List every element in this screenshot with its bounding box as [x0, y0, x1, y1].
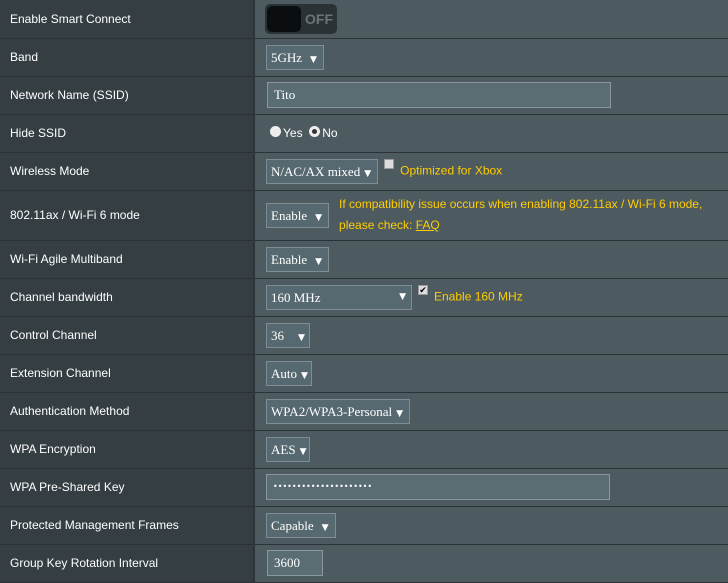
- row-control-channel: Control Channel 36 ▼: [0, 316, 728, 355]
- select-value: Capable: [271, 517, 314, 533]
- enable-160-checkbox[interactable]: ✔: [418, 284, 428, 295]
- select-value: WPA2/WPA3-Personal: [271, 403, 393, 419]
- label: Channel bandwidth: [0, 278, 255, 317]
- chevron-down-icon: ▼: [399, 291, 406, 302]
- wireless-settings-table: Enable Smart Connect OFF Band 5GHz ▼ Netw…: [0, 0, 728, 583]
- row-auth: Authentication Method WPA2/WPA3-Personal…: [0, 392, 728, 431]
- row-psk: WPA Pre-Shared Key •••••••••••••••••••••: [0, 468, 728, 507]
- select-value: Enable: [271, 251, 308, 267]
- select-value: N/AC/AX mixed: [271, 163, 361, 179]
- radio-label: No: [322, 126, 338, 140]
- label: Control Channel: [0, 316, 255, 355]
- toggle-state: OFF: [305, 10, 333, 27]
- compat-note-2: please check:: [339, 218, 416, 232]
- row-encryption: WPA Encryption AES ▼: [0, 430, 728, 469]
- ssid-input[interactable]: Tito: [267, 82, 611, 108]
- xbox-label: Optimized for Xbox: [400, 163, 503, 178]
- select-value: Auto: [271, 365, 297, 381]
- row-ax-mode: 802.11ax / Wi-Fi 6 mode Enable ▼ If compat…: [0, 190, 728, 241]
- chevron-down-icon: ▼: [298, 332, 305, 343]
- label: Protected Management Frames: [0, 506, 255, 545]
- gk-rotation-input[interactable]: 3600: [267, 550, 323, 576]
- bandwidth-select[interactable]: 160 MHz ▼: [266, 284, 412, 310]
- enable-160-label: Enable 160 MHz: [434, 289, 523, 304]
- encryption-select[interactable]: AES ▼: [266, 436, 311, 462]
- select-value: AES: [271, 441, 296, 457]
- chevron-down-icon: ▼: [310, 54, 317, 65]
- chevron-down-icon: ▼: [321, 522, 329, 533]
- row-wireless-mode: Wireless Mode N/AC/AX mixed ▼ Optimized fo…: [0, 152, 728, 191]
- label: Group Key Rotation Interval: [0, 544, 255, 583]
- row-ssid: Network Name (SSID) Tito: [0, 76, 728, 115]
- row-agile: Wi-Fi Agile Multiband Enable ▼: [0, 240, 728, 279]
- chevron-down-icon: ▼: [299, 446, 307, 457]
- chevron-down-icon: ▼: [315, 212, 323, 223]
- compat-note: If compatibility issue occurs when enabl…: [339, 197, 703, 211]
- select-value: 160 MHz: [271, 289, 321, 305]
- row-band: Band 5GHz ▼: [0, 38, 728, 77]
- label: Extension Channel: [0, 354, 255, 393]
- auth-method-select[interactable]: WPA2/WPA3-Personal ▼: [266, 398, 411, 424]
- chevron-down-icon: ▼: [364, 168, 372, 179]
- chevron-down-icon: ▼: [396, 408, 404, 419]
- row-smart-connect: Enable Smart Connect OFF: [0, 0, 728, 39]
- label: WPA Pre-Shared Key: [0, 468, 255, 507]
- select-value: 5GHz: [271, 49, 303, 65]
- label: 802.11ax / Wi-Fi 6 mode: [0, 190, 255, 241]
- psk-input[interactable]: •••••••••••••••••••••: [266, 474, 610, 500]
- xbox-checkbox[interactable]: [384, 158, 395, 169]
- agile-multiband-select[interactable]: Enable ▼: [266, 246, 330, 272]
- band-select[interactable]: 5GHz ▼: [266, 44, 324, 70]
- hide-ssid-yes-radio[interactable]: [270, 126, 281, 138]
- row-gk-rotation: Group Key Rotation Interval 3600: [0, 544, 728, 583]
- control-channel-select[interactable]: 36 ▼: [266, 322, 310, 348]
- extension-channel-select[interactable]: Auto ▼: [266, 360, 312, 386]
- row-hide-ssid: Hide SSID Yes No: [0, 114, 728, 153]
- hide-ssid-no-radio[interactable]: [309, 126, 321, 138]
- label: Wireless Mode: [0, 152, 255, 191]
- faq-link[interactable]: FAQ: [416, 218, 440, 232]
- row-pmf: Protected Management Frames Capable ▼: [0, 506, 728, 545]
- select-value: Enable: [271, 207, 308, 223]
- wireless-mode-select[interactable]: N/AC/AX mixed ▼: [266, 158, 379, 184]
- ax-mode-select[interactable]: Enable ▼: [266, 202, 330, 228]
- select-value: 36: [271, 327, 284, 343]
- label: Band: [0, 38, 255, 77]
- chevron-down-icon: ▼: [301, 370, 308, 381]
- label: Enable Smart Connect: [0, 0, 255, 39]
- label: Network Name (SSID): [0, 76, 255, 115]
- smart-connect-toggle[interactable]: OFF: [265, 3, 337, 34]
- row-extension-channel: Extension Channel Auto ▼: [0, 354, 728, 393]
- pmf-select[interactable]: Capable ▼: [266, 512, 336, 538]
- row-bandwidth: Channel bandwidth 160 MHz ▼ ✔ Enable 160 MH…: [0, 278, 728, 317]
- label: Wi-Fi Agile Multiband: [0, 240, 255, 279]
- toggle-knob: [267, 5, 301, 32]
- chevron-down-icon: ▼: [315, 256, 323, 267]
- label: Authentication Method: [0, 392, 255, 431]
- radio-label: Yes: [283, 126, 303, 140]
- label: Hide SSID: [0, 114, 255, 153]
- label: WPA Encryption: [0, 430, 255, 469]
